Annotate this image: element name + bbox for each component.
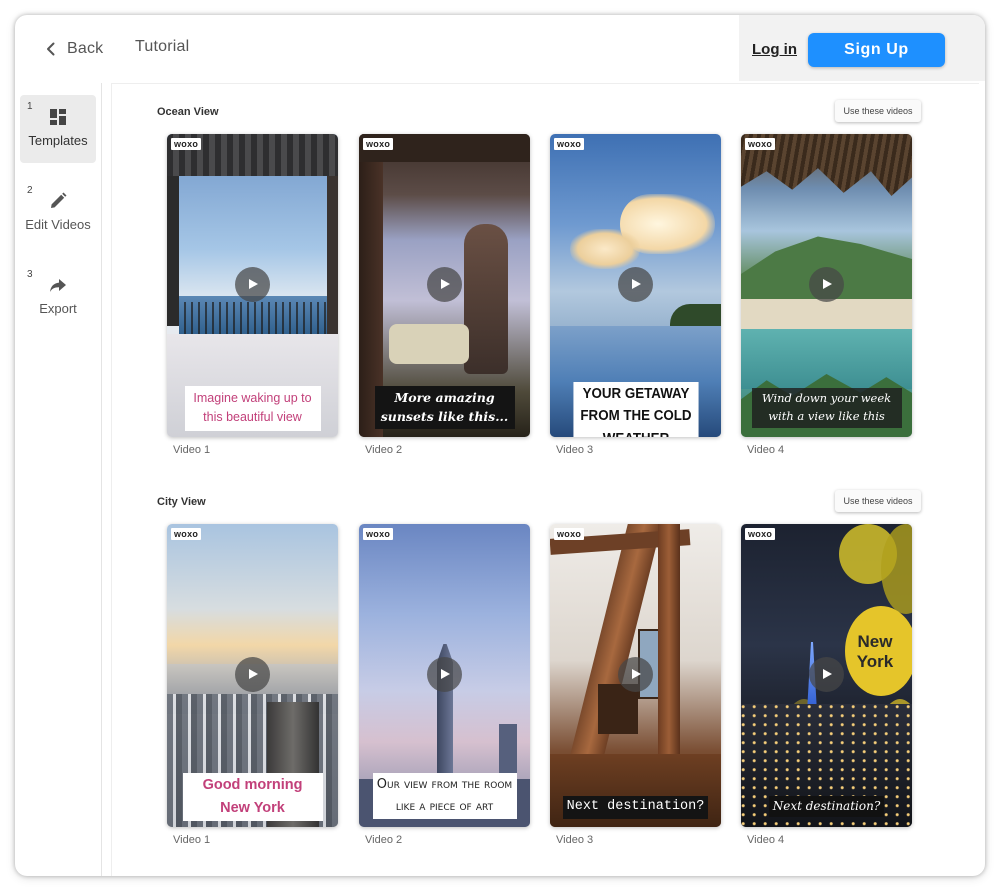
section-title: Ocean View	[157, 106, 219, 118]
video-card[interactable]: woxo Our view from the room like a piece…	[359, 524, 530, 827]
section-title: City View	[157, 496, 206, 508]
video-label: Video 4	[747, 834, 785, 846]
woxo-badge: woxo	[171, 138, 202, 150]
auth-area: Log in Sign Up	[739, 15, 985, 81]
video-card[interactable]: woxo New York Next destination?	[741, 524, 912, 827]
woxo-badge: woxo	[363, 138, 394, 150]
video-caption: Wind down your week with a view like thi…	[741, 388, 912, 428]
caption-text: Next destination?	[562, 796, 709, 819]
caption-text: Next destination?	[768, 796, 885, 817]
woxo-badge: woxo	[554, 138, 585, 150]
play-icon[interactable]	[809, 267, 844, 302]
template-gallery: Ocean View Use these videos woxo Imagine…	[111, 83, 979, 876]
step-export[interactable]: 3 Export	[20, 263, 96, 331]
video-card[interactable]: woxo Imagine waking up to this beautiful…	[167, 134, 338, 437]
caption-text: Our view from the room like a piece of a…	[372, 773, 517, 820]
woxo-badge: woxo	[745, 528, 776, 540]
chevron-left-icon	[44, 42, 58, 56]
sign-up-button[interactable]: Sign Up	[808, 33, 945, 67]
video-label: Video 3	[556, 834, 594, 846]
video-card[interactable]: woxo Next destination?	[550, 524, 721, 827]
step-label: Export	[39, 301, 77, 316]
top-bar: Back Tutorial Log in Sign Up	[15, 15, 985, 83]
video-label: Video 1	[173, 834, 211, 846]
pencil-icon	[48, 191, 68, 211]
back-label: Back	[67, 40, 104, 57]
play-icon[interactable]	[235, 267, 270, 302]
step-label: Templates	[28, 133, 88, 148]
caption-text: Good morning New York	[182, 773, 323, 822]
video-caption: Next destination?	[550, 796, 721, 819]
video-caption: Good morning New York	[167, 773, 338, 822]
video-label: Video 1	[173, 444, 211, 456]
video-caption: Imagine waking up to this beautiful view	[167, 386, 338, 431]
app-window: Back Tutorial Log in Sign Up 1 Templates…	[15, 15, 985, 876]
share-arrow-icon	[48, 275, 68, 295]
woxo-badge: woxo	[554, 528, 585, 540]
tutorial-link[interactable]: Tutorial	[135, 38, 189, 56]
step-number: 3	[27, 269, 33, 280]
video-caption: Next destination?	[741, 796, 912, 817]
step-number: 2	[27, 185, 33, 196]
use-these-videos-button[interactable]: Use these videos	[835, 490, 921, 512]
video-label: Video 4	[747, 444, 785, 456]
play-icon[interactable]	[427, 657, 462, 692]
video-card[interactable]: woxo More amazing sunsets like this...	[359, 134, 530, 437]
step-templates[interactable]: 1 Templates	[20, 95, 96, 163]
steps-sidebar: 1 Templates 2 Edit Videos 3 Export	[15, 83, 102, 876]
login-link[interactable]: Log in	[752, 41, 797, 58]
play-icon[interactable]	[809, 657, 844, 692]
video-label: Video 2	[365, 444, 403, 456]
video-label: Video 3	[556, 444, 594, 456]
video-card[interactable]: woxo Good morning New York	[167, 524, 338, 827]
caption-text: Wind down your week with a view like thi…	[751, 388, 902, 428]
video-caption: YOUR GETAWAY FROM THE COLD WEATHER	[550, 382, 721, 437]
section-ocean-view: Ocean View Use these videos woxo Imagine…	[112, 84, 980, 464]
step-label: Edit Videos	[25, 217, 91, 232]
dashboard-icon	[48, 107, 68, 127]
woxo-badge: woxo	[363, 528, 394, 540]
video-card[interactable]: woxo Wind down your week with a view lik…	[741, 134, 912, 437]
overlay-text: New York	[856, 632, 894, 671]
video-caption: Our view from the room like a piece of a…	[359, 773, 530, 820]
video-caption: More amazing sunsets like this...	[359, 386, 530, 429]
step-edit-videos[interactable]: 2 Edit Videos	[20, 179, 96, 247]
caption-text: More amazing sunsets like this...	[374, 386, 515, 429]
section-city-view: City View Use these videos woxo Good mor…	[112, 474, 980, 854]
step-number: 1	[27, 101, 33, 112]
video-card[interactable]: woxo YOUR GETAWAY FROM THE COLD WEATHER	[550, 134, 721, 437]
play-icon[interactable]	[427, 267, 462, 302]
play-icon[interactable]	[618, 657, 653, 692]
woxo-badge: woxo	[745, 138, 776, 150]
use-these-videos-button[interactable]: Use these videos	[835, 100, 921, 122]
play-icon[interactable]	[235, 657, 270, 692]
caption-text: Imagine waking up to this beautiful view	[184, 386, 321, 431]
play-icon[interactable]	[618, 267, 653, 302]
caption-text: YOUR GETAWAY FROM THE COLD WEATHER	[572, 382, 699, 437]
video-label: Video 2	[365, 834, 403, 846]
back-button[interactable]: Back	[44, 37, 103, 61]
woxo-badge: woxo	[171, 528, 202, 540]
